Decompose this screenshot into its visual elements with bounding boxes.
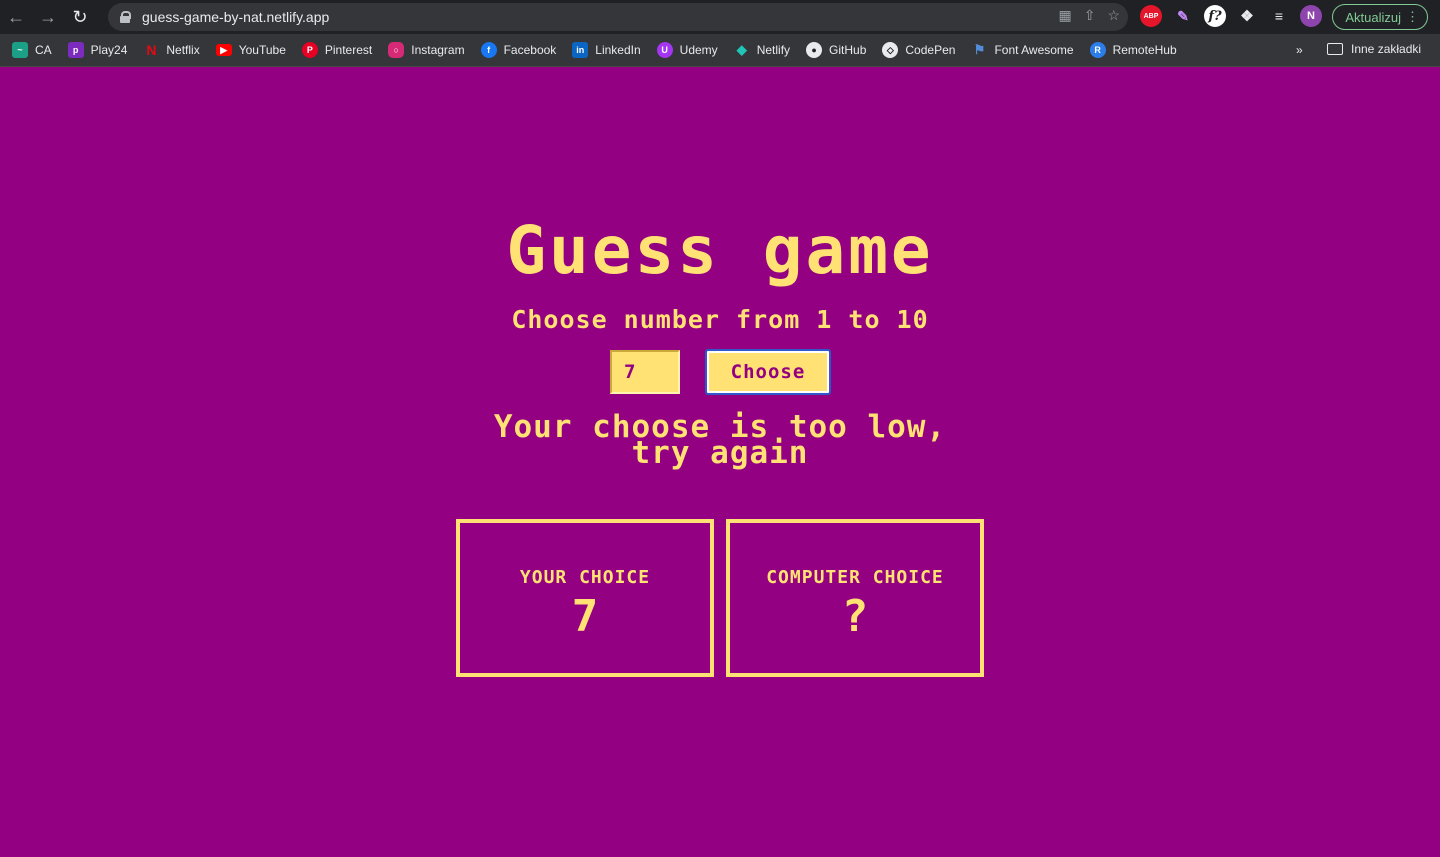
play24-icon: p xyxy=(67,42,84,58)
your-choice-label: YOUR CHOICE xyxy=(519,567,651,588)
url-text: guess-game-by-nat.netlify.app xyxy=(142,9,330,25)
computer-choice-card: COMPUTER CHOICE ? xyxy=(726,519,984,677)
ca-icon: ~ xyxy=(12,42,28,58)
game-subtitle: Choose number from 1 to 10 xyxy=(511,305,929,334)
facebook-icon: f xyxy=(480,42,497,58)
bookmark-play24[interactable]: p Play24 xyxy=(67,42,127,58)
codepen-icon: ◇ xyxy=(882,42,899,58)
netflix-icon: N xyxy=(146,42,157,58)
folder-icon xyxy=(1327,43,1343,55)
number-input[interactable] xyxy=(610,350,680,394)
more-bookmarks-chevron-icon[interactable]: » xyxy=(1296,43,1303,57)
computer-choice-label: COMPUTER CHOICE xyxy=(766,567,944,588)
game-title: Guess game xyxy=(506,212,934,289)
adblock-icon[interactable]: ABP xyxy=(1140,5,1162,27)
font-awesome-icon: ⚑ xyxy=(973,42,986,57)
profile-avatar[interactable]: N xyxy=(1300,5,1322,27)
translate-icon[interactable]: ▦ xyxy=(1058,7,1071,24)
bookmark-facebook[interactable]: f Facebook xyxy=(480,42,556,58)
bookmark-font-awesome[interactable]: ⚑ Font Awesome xyxy=(971,42,1074,58)
bookmark-github[interactable]: ● GitHub xyxy=(806,42,866,58)
netlify-icon: ◆ xyxy=(736,42,747,57)
bookmark-youtube[interactable]: ▶ YouTube xyxy=(215,43,286,57)
result-message: Your choose is too low, try again xyxy=(0,412,1440,471)
bookmark-netflix[interactable]: N Netflix xyxy=(143,42,199,58)
your-choice-value: 7 xyxy=(571,591,599,642)
bookmark-linkedin[interactable]: in LinkedIn xyxy=(572,42,641,58)
github-icon: ● xyxy=(806,42,823,58)
result-message-line2: try again xyxy=(631,435,809,471)
instagram-icon: ○ xyxy=(388,42,405,58)
bookmark-netlify[interactable]: ◆ Netlify xyxy=(734,42,790,58)
computer-choice-value: ? xyxy=(841,591,869,642)
update-label: Aktualizuj xyxy=(1345,9,1401,25)
address-bar[interactable]: guess-game-by-nat.netlify.app ▦ ⇧ ☆ xyxy=(108,3,1128,31)
pen-extension-icon[interactable]: ✎ xyxy=(1172,5,1194,27)
whatfont-icon[interactable]: f? xyxy=(1204,5,1226,27)
bookmark-instagram[interactable]: ○ Instagram xyxy=(388,42,465,58)
menu-dots-icon: ⋮ xyxy=(1406,9,1419,24)
udemy-icon: U xyxy=(656,42,673,58)
bookmark-remotehub[interactable]: R RemoteHub xyxy=(1089,42,1177,58)
pinterest-icon: P xyxy=(301,42,318,58)
your-choice-card: YOUR CHOICE 7 xyxy=(456,519,714,677)
lock-icon xyxy=(120,11,131,23)
reading-list-icon[interactable]: ≡ xyxy=(1268,5,1290,27)
browser-toolbar: ← → ↻ guess-game-by-nat.netlify.app ▦ ⇧ … xyxy=(0,0,1440,34)
other-bookmarks-folder[interactable]: Inne zakładki xyxy=(1327,42,1421,56)
bookmarks-bar: ~ CA p Play24 N Netflix ▶ YouTube P Pinterest… xyxy=(0,34,1440,67)
bookmark-udemy[interactable]: U Udemy xyxy=(656,42,718,58)
bookmark-ca[interactable]: ~ CA xyxy=(12,42,52,58)
bookmark-pinterest[interactable]: P Pinterest xyxy=(301,42,372,58)
update-button[interactable]: Aktualizuj ⋮ xyxy=(1332,4,1428,30)
star-icon[interactable]: ☆ xyxy=(1107,7,1120,24)
forward-arrow-icon[interactable]: → xyxy=(32,0,64,34)
linkedin-icon: in xyxy=(572,42,589,58)
back-arrow-icon[interactable]: ← xyxy=(0,0,32,34)
bookmark-codepen[interactable]: ◇ CodePen xyxy=(882,42,955,58)
youtube-icon: ▶ xyxy=(215,44,232,56)
remotehub-icon: R xyxy=(1089,42,1106,58)
share-icon[interactable]: ⇧ xyxy=(1084,7,1096,24)
choose-button[interactable]: Choose xyxy=(705,349,831,395)
extensions-puzzle-icon[interactable]: ❖ xyxy=(1236,5,1258,27)
reload-icon[interactable]: ↻ xyxy=(64,0,96,34)
